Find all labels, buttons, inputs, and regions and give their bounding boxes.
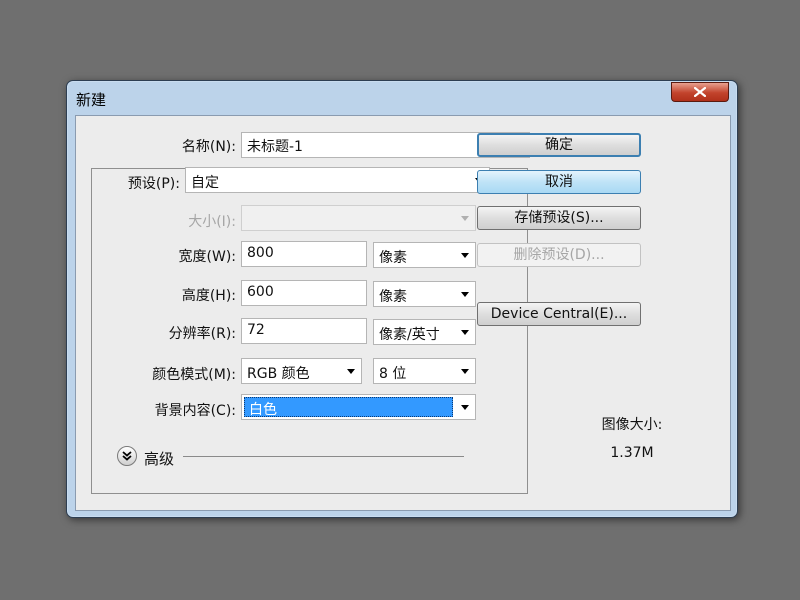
chevron-down-icon xyxy=(461,405,469,410)
resolution-unit-value: 像素/英寸 xyxy=(379,327,440,343)
height-label: 高度(H): xyxy=(181,288,236,304)
close-button[interactable] xyxy=(671,82,729,102)
height-field[interactable]: 600 xyxy=(241,280,367,306)
advanced-toggle-button[interactable] xyxy=(117,446,137,466)
size-select xyxy=(241,205,476,231)
preset-label: 预设(P): xyxy=(116,173,182,193)
save-preset-button[interactable]: 存储预设(S)... xyxy=(477,206,641,230)
color-mode-label: 颜色模式(M): xyxy=(152,367,236,383)
color-mode-select[interactable]: RGB 颜色 xyxy=(241,358,362,384)
resolution-field[interactable]: 72 xyxy=(241,318,367,344)
chevron-down-icon xyxy=(461,292,469,297)
image-size-label: 图像大小: xyxy=(601,417,663,433)
width-unit-select[interactable]: 像素 xyxy=(373,242,476,268)
chevron-down-icon xyxy=(347,369,355,374)
width-field[interactable]: 800 xyxy=(241,241,367,267)
resolution-unit-select[interactable]: 像素/英寸 xyxy=(373,319,476,345)
width-label: 宽度(W): xyxy=(178,249,236,265)
background-select[interactable]: 白色 xyxy=(241,394,476,420)
ok-button[interactable]: 确定 xyxy=(477,133,641,157)
double-chevron-down-icon xyxy=(122,451,132,461)
advanced-divider xyxy=(183,456,464,457)
device-central-button[interactable]: Device Central(E)... xyxy=(477,302,641,326)
name-label: 名称(N): xyxy=(181,139,236,155)
preset-value: 自定 xyxy=(191,175,219,191)
background-value: 白色 xyxy=(244,397,453,418)
chevron-down-icon xyxy=(461,369,469,374)
color-mode-value: RGB 颜色 xyxy=(247,366,310,382)
chevron-down-icon xyxy=(461,253,469,258)
delete-preset-button: 删除预设(D)... xyxy=(477,243,641,267)
background-label: 背景内容(C): xyxy=(154,403,236,419)
width-unit-value: 像素 xyxy=(379,250,407,266)
bit-depth-select[interactable]: 8 位 xyxy=(373,358,476,384)
dialog-title: 新建 xyxy=(76,91,107,109)
resolution-label: 分辨率(R): xyxy=(168,326,236,342)
cancel-button[interactable]: 取消 xyxy=(477,170,641,194)
preset-select[interactable]: 自定 xyxy=(185,167,490,193)
title-bar[interactable]: 新建 xyxy=(67,81,737,115)
height-unit-value: 像素 xyxy=(379,289,407,305)
chevron-down-icon xyxy=(461,330,469,335)
close-icon xyxy=(694,87,706,97)
bit-depth-value: 8 位 xyxy=(379,366,407,382)
advanced-label: 高级 xyxy=(144,450,175,468)
size-label: 大小(I): xyxy=(188,214,236,230)
image-size-value: 1.37M xyxy=(610,445,654,461)
height-unit-select[interactable]: 像素 xyxy=(373,281,476,307)
chevron-down-icon xyxy=(461,216,469,221)
